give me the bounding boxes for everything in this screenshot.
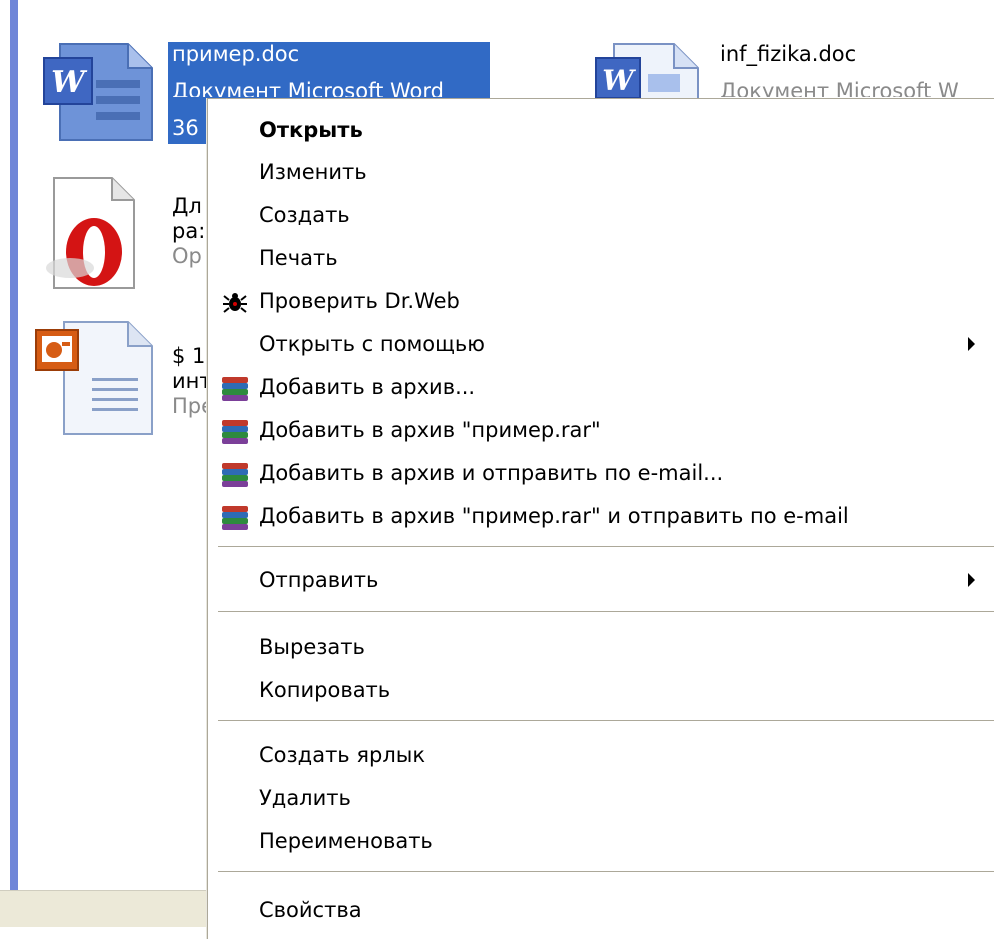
- file-name: пример.doc: [172, 42, 300, 66]
- file-line-1: Дл: [172, 194, 202, 218]
- menu-item-label: Вырезать: [259, 635, 365, 659]
- menu-item-open[interactable]: Открыть: [208, 111, 994, 151]
- menu-separator: [218, 720, 994, 721]
- file-line-3: Op: [172, 244, 202, 268]
- menu-item-label: Создать ярлык: [259, 743, 426, 767]
- menu-item-create-shortcut[interactable]: Создать ярлык: [208, 736, 994, 776]
- menu-item-label: Удалить: [259, 786, 351, 810]
- menu-item-primer-rar-and-email[interactable]: Добавить в архив "пример.rar" и отправит…: [208, 497, 994, 537]
- menu-item-add-to-archive[interactable]: Добавить в архив...: [208, 368, 994, 408]
- menu-item-label: Отправить: [259, 568, 379, 592]
- menu-item-label: Печать: [259, 246, 338, 270]
- menu-item-delete[interactable]: Удалить: [208, 779, 994, 819]
- file-name: inf_fizika.doc: [720, 42, 857, 66]
- drweb-spider-icon: [223, 293, 247, 313]
- submenu-arrow-icon: [968, 573, 975, 587]
- file-line-1: $ 1: [172, 344, 206, 368]
- file-line-2: ра:: [172, 219, 206, 243]
- powerpoint-doc-icon: [35, 321, 153, 435]
- menu-item-properties[interactable]: Свойства: [208, 891, 994, 931]
- menu-separator: [218, 611, 994, 612]
- menu-item-label: Открыть с помощью: [259, 332, 485, 356]
- winrar-archive-icon: [222, 463, 248, 487]
- menu-separator: [218, 871, 994, 872]
- menu-item-drweb-scan[interactable]: Проверить Dr.Web: [208, 282, 994, 322]
- menu-item-archive-and-email[interactable]: Добавить в архив и отправить по e-mail..…: [208, 454, 994, 494]
- svg-text:W: W: [602, 64, 636, 97]
- svg-text:W: W: [51, 65, 88, 100]
- winrar-archive-icon: [222, 377, 248, 401]
- menu-separator: [218, 546, 994, 547]
- menu-item-new[interactable]: Создать: [208, 196, 994, 236]
- file-line-2: инт: [172, 369, 212, 393]
- winrar-archive-icon: [222, 420, 248, 444]
- word-doc-icon: W: [595, 43, 699, 100]
- file-size: 36: [172, 116, 199, 140]
- menu-item-label: Открыть: [259, 118, 363, 142]
- file-type: Документ Microsoft W: [720, 79, 959, 97]
- menu-item-send-to[interactable]: Отправить: [208, 561, 994, 601]
- menu-item-label: Свойства: [259, 898, 362, 922]
- menu-item-label: Добавить в архив "пример.rar": [259, 418, 601, 442]
- submenu-arrow-icon: [968, 337, 975, 351]
- explorer-left-bar: [10, 0, 18, 890]
- file-type: Документ Microsoft Word: [172, 79, 444, 97]
- menu-item-copy[interactable]: Копировать: [208, 671, 994, 711]
- winrar-archive-icon: [222, 506, 248, 530]
- menu-item-label: Добавить в архив и отправить по e-mail..…: [259, 461, 724, 485]
- menu-item-open-with[interactable]: Открыть с помощью: [208, 325, 994, 365]
- menu-item-label: Проверить Dr.Web: [259, 289, 460, 313]
- menu-item-label: Переименовать: [259, 829, 433, 853]
- menu-item-label: Добавить в архив "пример.rar" и отправит…: [259, 504, 849, 528]
- menu-item-rename[interactable]: Переименовать: [208, 822, 994, 862]
- menu-item-label: Создать: [259, 203, 350, 227]
- menu-item-label: Копировать: [259, 678, 391, 702]
- menu-item-edit[interactable]: Изменить: [208, 153, 994, 193]
- menu-item-add-to-primer-rar[interactable]: Добавить в архив "пример.rar": [208, 411, 994, 451]
- menu-item-label: Добавить в архив...: [259, 375, 476, 399]
- menu-item-cut[interactable]: Вырезать: [208, 628, 994, 668]
- word-doc-icon: W: [43, 43, 153, 141]
- menu-item-label: Изменить: [259, 160, 367, 184]
- menu-item-print[interactable]: Печать: [208, 239, 994, 279]
- opera-doc-icon: [46, 177, 135, 289]
- context-menu: Открыть Изменить Создать Печать Проверит…: [207, 98, 994, 939]
